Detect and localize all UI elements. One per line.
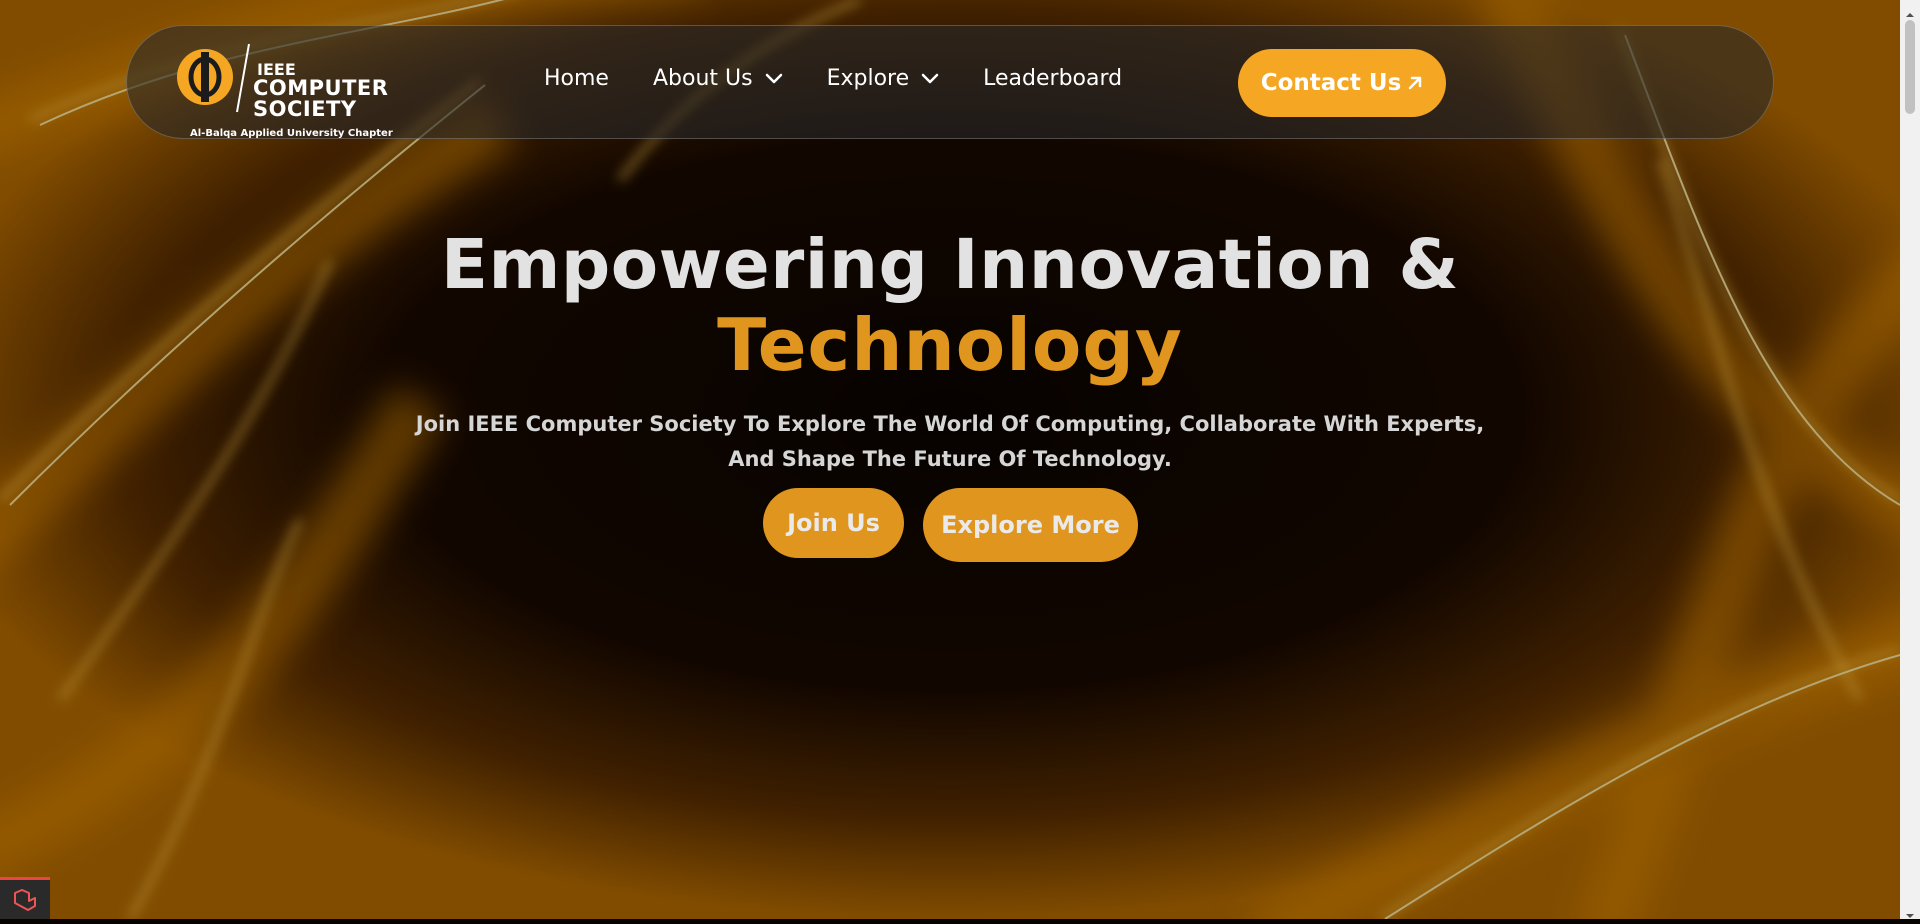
hero-title-line2: Technology (717, 303, 1183, 387)
hero-title-line1: Empowering Innovation & (440, 225, 1460, 305)
nav-item-leaderboard[interactable]: Leaderboard (983, 66, 1122, 91)
nav-item-label: Home (544, 66, 609, 91)
join-us-label: Join Us (787, 509, 880, 537)
nav-item-label: Leaderboard (983, 66, 1123, 91)
contact-us-button[interactable]: Contact Us (1238, 49, 1446, 117)
page-scrollbar[interactable] (1900, 0, 1920, 919)
top-navbar: IEEE COMPUTER SOCIETY Al-Balqa Applied U… (126, 25, 1774, 139)
ieee-cs-logo-icon (177, 44, 250, 113)
logo-chapter-text: Al-Balqa Applied University Chapter (190, 128, 393, 139)
scroll-down-arrow-icon[interactable] (1905, 905, 1915, 924)
nav-item-label: Explore (826, 66, 910, 91)
nav-item-label: About Us (652, 66, 753, 91)
contact-us-label: Contact Us (1260, 70, 1402, 96)
chevron-down-icon (765, 73, 783, 85)
scrollbar-thumb[interactable] (1905, 20, 1915, 114)
nav-item-home[interactable]: Home (544, 66, 609, 91)
site-logo[interactable]: IEEE COMPUTER SOCIETY Al-Balqa Applied U… (175, 40, 400, 139)
chevron-down-icon (921, 73, 939, 85)
laravel-icon (14, 888, 36, 911)
nav-item-about-us[interactable]: About Us (653, 66, 783, 91)
explore-more-label: Explore More (941, 511, 1120, 539)
nav-item-explore[interactable]: Explore (827, 66, 940, 91)
arrow-up-right-icon (1407, 75, 1423, 91)
hero-subtitle: Join IEEE Computer Society To Explore Th… (415, 412, 1485, 471)
explore-more-button[interactable]: Explore More (923, 488, 1138, 562)
join-us-button[interactable]: Join Us (763, 488, 904, 558)
debug-toolbar-toggle[interactable] (0, 877, 50, 919)
logo-society-text: SOCIETY (253, 97, 357, 121)
nav-links: Home About Us Explore Leaderboard (544, 66, 1166, 91)
